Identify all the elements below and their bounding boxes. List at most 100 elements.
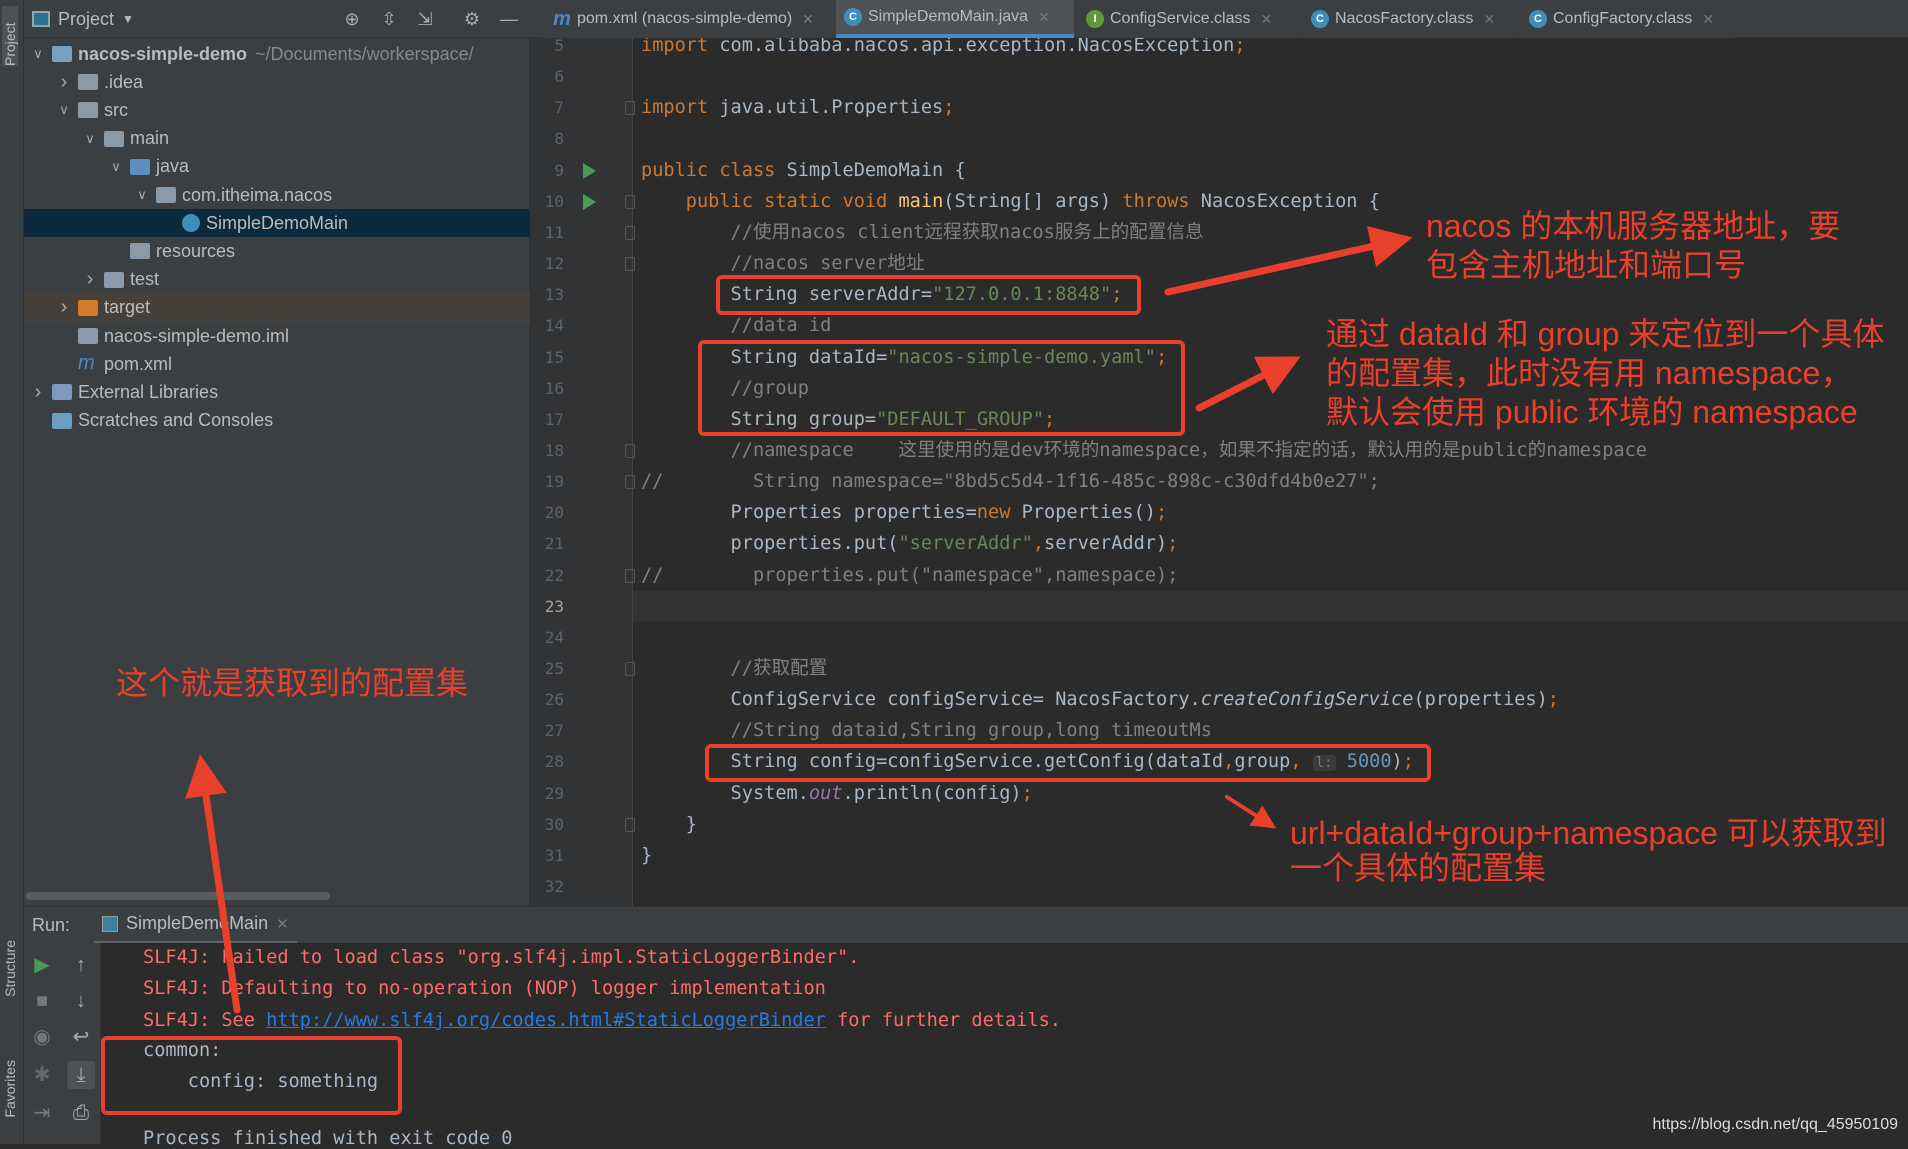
favorites-tool-button[interactable]: Favorites: [2, 1060, 18, 1118]
console-output[interactable]: SLF4J: Failed to load class "org.slf4j.i…: [24, 943, 1908, 1149]
tab-configfactory-class[interactable]: C ConfigFactory.class ✕: [1521, 0, 1734, 38]
fold-marker-icon[interactable]: [625, 662, 635, 676]
chevron-down-icon[interactable]: ∨: [134, 187, 150, 203]
code-token: System.: [641, 782, 809, 804]
close-icon[interactable]: ✕: [1261, 11, 1273, 28]
tree-item-label: com.itheima.nacos: [182, 184, 333, 205]
expand-all-icon[interactable]: ⇳: [378, 8, 400, 30]
fold-marker-icon[interactable]: [625, 194, 635, 209]
run-gutter-icon[interactable]: [583, 162, 596, 179]
line-number: 15: [544, 347, 564, 367]
tree-item--idea[interactable]: › .idea: [24, 68, 530, 96]
code-line: System.out.println(config);: [641, 778, 1033, 809]
tab-pom-xml[interactable]: m pom.xml (nacos-simple-demo) ✕: [545, 0, 834, 38]
tree-item-pom-xml[interactable]: m pom.xml: [24, 350, 530, 378]
close-icon[interactable]: ✕: [1483, 11, 1495, 28]
fold-marker-icon[interactable]: [625, 225, 635, 240]
up-arrow-icon[interactable]: ↑: [67, 951, 95, 979]
camera-icon[interactable]: ◉: [28, 1023, 56, 1051]
structure-tool-button[interactable]: Structure: [2, 940, 18, 997]
code-token: ;: [1111, 284, 1123, 306]
project-tool-button[interactable]: Project: [2, 6, 18, 66]
code-token: //data id: [641, 315, 832, 337]
chevron-right-icon[interactable]: ›: [56, 71, 72, 94]
chevron-down-icon[interactable]: ∨: [56, 102, 72, 118]
code-token: String dataId=: [641, 346, 888, 368]
chevron-down-icon[interactable]: ∨: [30, 46, 46, 62]
minimize-icon[interactable]: —: [498, 8, 520, 30]
annotation-result: 这个就是获取到的配置集: [116, 665, 469, 701]
scroll-to-end-icon[interactable]: ⤓: [67, 1061, 95, 1089]
code-token: //获取配置: [641, 658, 828, 679]
tree-item-nacos-simple-demo[interactable]: ∨ nacos-simple-demo ~/Documents/workerspac…: [24, 40, 530, 68]
stop-icon[interactable]: ■: [28, 987, 56, 1015]
fold-marker-icon[interactable]: [625, 101, 635, 116]
tab-configservice-class[interactable]: I ConfigService.class ✕: [1078, 0, 1299, 38]
close-icon[interactable]: ✕: [1038, 9, 1050, 26]
tree-item-nacos-simple-demo-iml[interactable]: nacos-simple-demo.iml: [24, 322, 530, 350]
close-icon[interactable]: ✕: [802, 11, 814, 28]
run-tab[interactable]: SimpleDemoMain ✕: [94, 907, 297, 944]
tree-item-main[interactable]: ∨ main: [24, 125, 530, 153]
iml-file-icon: [78, 328, 98, 344]
console-text: config: something: [143, 1071, 379, 1092]
maven-file-icon: m: [78, 352, 95, 375]
code-line: }: [641, 809, 697, 840]
code-token: ): [1391, 751, 1403, 773]
console-text: Process finished with exit code 0: [143, 1128, 513, 1149]
tree-item-test[interactable]: › test: [24, 266, 530, 294]
project-view-dropdown[interactable]: Project: [58, 9, 114, 30]
chevron-right-icon[interactable]: ›: [82, 268, 98, 291]
tree-item-resources[interactable]: resources: [24, 237, 530, 265]
line-number: 21: [544, 534, 564, 554]
tree-item-java[interactable]: ∨ java: [24, 153, 530, 181]
tree-item-simpledemomain[interactable]: SimpleDemoMain: [24, 209, 530, 238]
horizontal-scrollbar[interactable]: [26, 892, 330, 900]
excluded-folder-icon: [78, 299, 98, 316]
tree-item-target[interactable]: › target: [24, 293, 530, 322]
folder-icon: [104, 130, 124, 147]
tab-simpledemomain-java[interactable]: C SimpleDemoMain.java ✕: [836, 0, 1074, 38]
close-icon[interactable]: ✕: [276, 915, 289, 933]
code-line: String serverAddr="127.0.0.1:8848";: [641, 279, 1123, 310]
print-icon[interactable]: ⎙: [67, 1099, 95, 1127]
gear-icon[interactable]: ⚙: [461, 8, 483, 30]
code-editor[interactable]: 5 6 7 8 9 10 11 12 13 14 15 16 17 18 19 20 21 22 23 24 25 26 2…: [530, 38, 1908, 906]
fold-marker-icon[interactable]: [625, 257, 635, 272]
tree-item-com-itheima-nacos[interactable]: ∨ com.itheima.nacos: [24, 181, 530, 209]
chevron-down-icon[interactable]: ∨: [108, 159, 124, 175]
fold-marker-icon[interactable]: [625, 443, 635, 458]
chevron-right-icon[interactable]: ›: [56, 296, 72, 319]
chevron-down-icon[interactable]: ∨: [82, 131, 98, 147]
console-text: for further details.: [825, 1010, 1061, 1031]
console-line: SLF4J: Failed to load class "org.slf4j.i…: [143, 947, 859, 968]
locate-icon[interactable]: ⊕: [341, 8, 363, 30]
chevron-right-icon[interactable]: ›: [30, 381, 46, 404]
annotation-line: url+dataId+group+namespace 可以获取到: [1290, 815, 1887, 851]
tab-nacosfactory-class[interactable]: C NacosFactory.class ✕: [1303, 0, 1517, 38]
code-line: //group: [641, 373, 809, 404]
tab-label: NacosFactory.class: [1335, 10, 1474, 27]
close-icon[interactable]: ✕: [1702, 11, 1714, 28]
debug-icon[interactable]: ✱: [28, 1061, 56, 1089]
console-link[interactable]: http://www.slf4j.org/codes.html#StaticLo…: [266, 1010, 826, 1031]
chevron-down-icon[interactable]: ▼: [122, 12, 134, 26]
run-gutter-icon[interactable]: [583, 193, 596, 210]
exit-icon[interactable]: ⇥: [28, 1099, 56, 1127]
soft-wrap-icon[interactable]: ↩: [67, 1023, 95, 1051]
fold-marker-icon[interactable]: [625, 568, 635, 583]
tree-item-scratches-and-consoles[interactable]: Scratches and Consoles: [24, 407, 530, 435]
code-line: }: [641, 840, 652, 871]
line-number: 27: [544, 721, 564, 741]
code-line: //String dataid,String group,long timeou…: [641, 715, 1212, 746]
tree-item-external-libraries[interactable]: › External Libraries: [24, 378, 530, 406]
tree-item-label: target: [104, 297, 151, 318]
code-line: //namespace 这里使用的是dev环境的namespace，如果不指定的…: [641, 435, 1647, 466]
rerun-icon[interactable]: ▶: [28, 951, 56, 979]
tree-item-src[interactable]: ∨ src: [24, 96, 530, 124]
collapse-all-icon[interactable]: ⇲: [414, 8, 436, 30]
fold-marker-icon[interactable]: [625, 817, 635, 832]
code-token: group: [1234, 751, 1291, 773]
fold-marker-icon[interactable]: [625, 475, 635, 490]
down-arrow-icon[interactable]: ↓: [67, 987, 95, 1015]
